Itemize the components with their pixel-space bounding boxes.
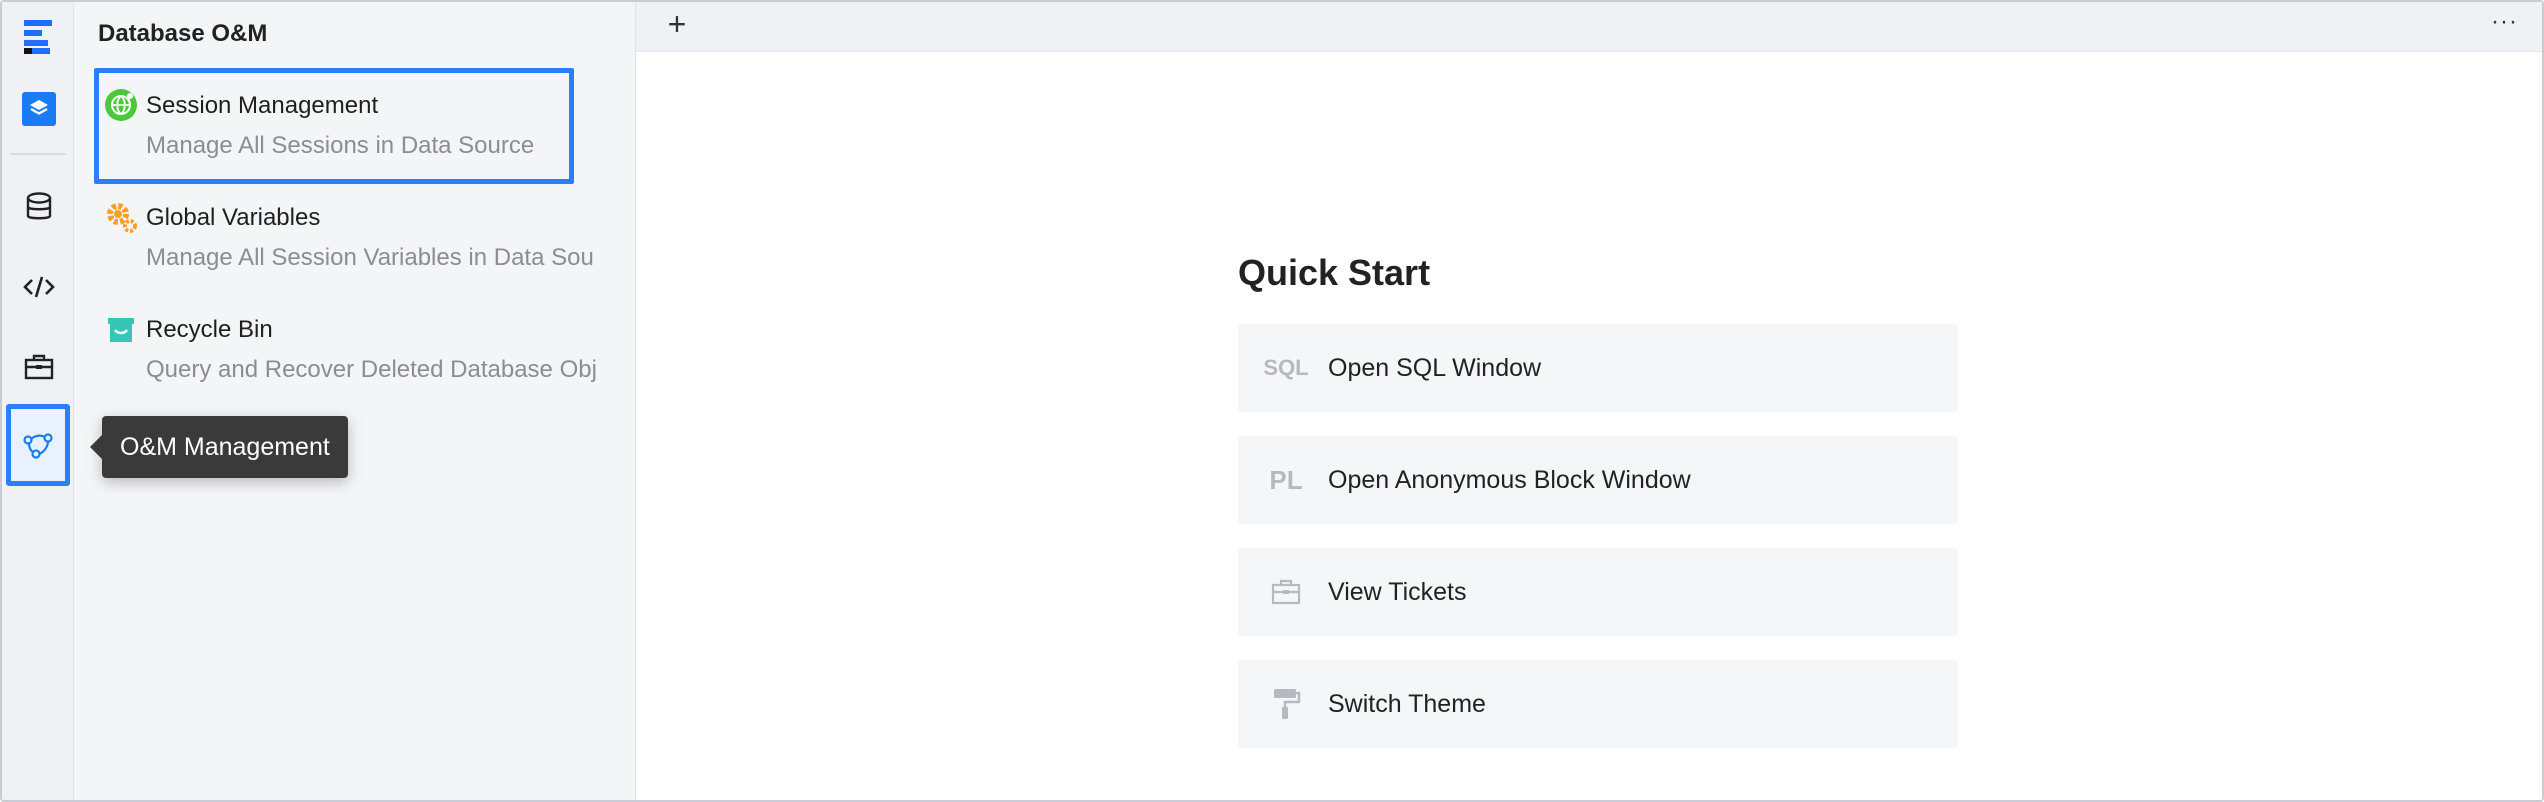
pl-icon: PL: [1269, 464, 1303, 495]
code-icon[interactable]: [10, 258, 68, 316]
item-description: Manage All Sessions in Data Source: [146, 132, 535, 159]
quick-start-label: Open Anonymous Block Window: [1328, 466, 1691, 494]
om-management-tooltip: O&M Management: [90, 416, 348, 478]
quick-start-label: View Tickets: [1328, 578, 1467, 606]
sql-icon: SQL: [1263, 355, 1309, 380]
app-logo-icon[interactable]: [10, 8, 68, 66]
quick-start-label: Switch Theme: [1328, 690, 1486, 718]
more-options-button[interactable]: ···: [2491, 8, 2518, 36]
activity-bar: [2, 2, 74, 800]
switch-theme-button[interactable]: Switch Theme: [1238, 660, 1958, 748]
layers-icon[interactable]: [10, 80, 68, 138]
panel-title: Database O&M: [98, 20, 268, 47]
recycle-bin-item[interactable]: Recycle Bin Query and Recover Deleted Da…: [90, 292, 635, 404]
tab-bar: + ···: [636, 2, 2542, 52]
open-sql-window-button[interactable]: SQL Open SQL Window: [1238, 324, 1958, 412]
session-globe-icon: [104, 88, 138, 122]
tickets-icon: [1268, 574, 1304, 610]
app-window: Database O&M Session Management Manage A…: [0, 0, 2544, 802]
view-tickets-button[interactable]: View Tickets: [1238, 548, 1958, 636]
recycle-bin-icon: [104, 312, 138, 346]
quick-start-label: Open SQL Window: [1328, 354, 1542, 382]
selection-highlight: [94, 68, 574, 184]
activity-divider: [10, 153, 66, 155]
item-title: Global Variables: [146, 204, 321, 231]
tickets-briefcase-icon[interactable]: [10, 338, 68, 396]
database-icon[interactable]: [10, 178, 68, 236]
main-content: Quick Start SQL Open SQL Window PL Open …: [636, 52, 2542, 800]
item-title: Session Management: [146, 92, 379, 119]
session-management-item[interactable]: Session Management Manage All Sessions i…: [90, 68, 635, 184]
om-explorer-panel: Database O&M Session Management Manage A…: [74, 2, 636, 800]
gear-variables-icon: [104, 200, 138, 234]
quick-start-title: Quick Start: [1238, 252, 1431, 293]
open-anonymous-block-window-button[interactable]: PL Open Anonymous Block Window: [1238, 436, 1958, 524]
item-title: Recycle Bin: [146, 316, 273, 343]
add-tab-button[interactable]: +: [662, 6, 692, 42]
item-description: Manage All Session Variables in Data Sou: [146, 244, 594, 271]
paint-roller-icon: [1268, 686, 1304, 722]
om-management-icon[interactable]: [6, 404, 70, 486]
item-description: Query and Recover Deleted Database Obj: [146, 356, 597, 383]
global-variables-item[interactable]: Global Variables Manage All Session Vari…: [90, 180, 635, 292]
